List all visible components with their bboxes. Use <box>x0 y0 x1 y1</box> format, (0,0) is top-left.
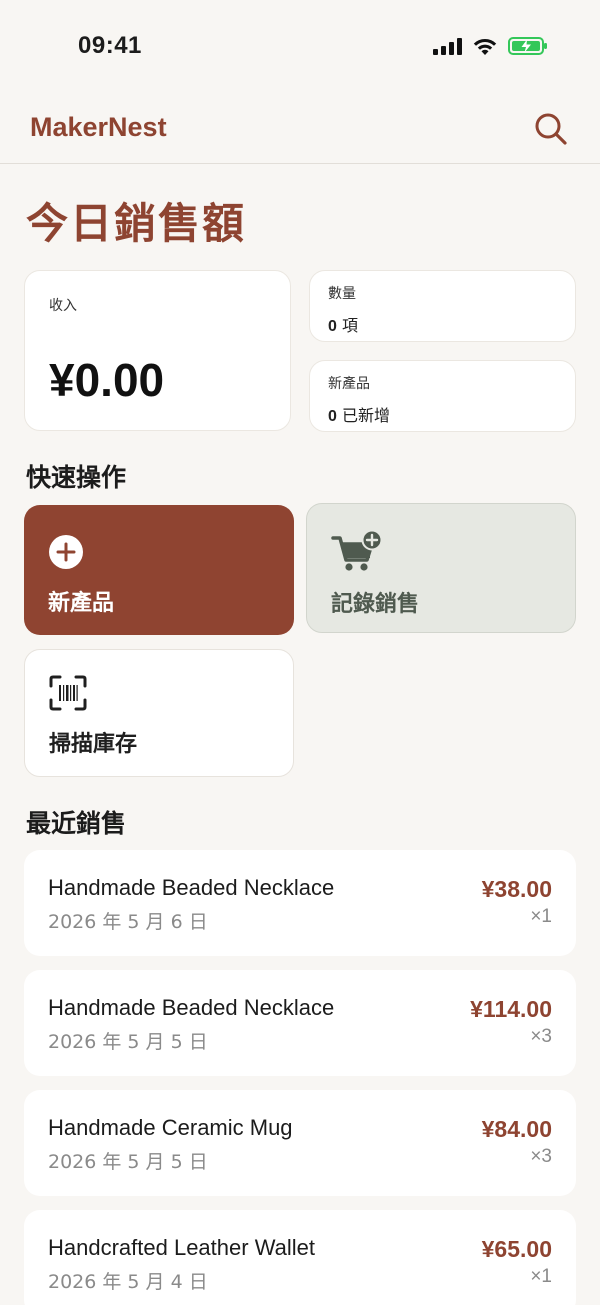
wifi-icon <box>473 38 497 55</box>
quantity-unit: 項 <box>342 316 359 335</box>
income-card: 收入 ¥0.00 <box>24 270 291 431</box>
new-product-label: 新產品 <box>48 591 115 616</box>
sale-price: ¥114.00 <box>470 996 552 1022</box>
status-icons <box>433 36 548 56</box>
income-amount: ¥0.00 <box>49 354 165 406</box>
new-products-card: 新產品 0 已新增 <box>309 360 576 432</box>
sale-date: 2026 年 5 月 5 日 <box>48 1031 208 1053</box>
cellular-signal-icon <box>433 37 462 55</box>
new-products-count: 0 <box>328 408 337 425</box>
status-time: 09:41 <box>78 32 142 59</box>
sale-product-name: Handcrafted Leather Wallet <box>48 1235 315 1260</box>
sale-date: 2026 年 5 月 5 日 <box>48 1151 208 1173</box>
new-products-value: 0 已新增 <box>328 402 390 426</box>
scan-inventory-label: 掃描庫存 <box>49 732 138 757</box>
quantity-value: 0 項 <box>328 312 358 336</box>
sale-date: 2026 年 5 月 4 日 <box>48 1271 208 1293</box>
quantity-label: 數量 <box>328 286 356 302</box>
search-icon <box>535 113 567 145</box>
new-product-button[interactable]: 新產品 <box>24 505 294 635</box>
sale-price: ¥84.00 <box>481 1116 552 1142</box>
quantity-count: 0 <box>328 318 337 335</box>
page-title: 今日銷售額 <box>26 199 247 248</box>
sale-product-name: Handmade Ceramic Mug <box>48 1115 293 1140</box>
income-label: 收入 <box>49 298 77 314</box>
sale-quantity: ×3 <box>530 1026 552 1047</box>
new-products-unit: 已新增 <box>342 406 391 425</box>
record-sale-label: 記錄銷售 <box>331 592 420 617</box>
recent-sales-title: 最近銷售 <box>26 809 127 838</box>
scan-inventory-button[interactable]: 掃描庫存 <box>24 649 294 777</box>
sale-price: ¥38.00 <box>481 876 552 902</box>
sale-price: ¥65.00 <box>481 1236 552 1262</box>
quick-actions-title: 快速操作 <box>26 463 127 492</box>
sale-list-item[interactable]: Handmade Beaded Necklace 2026 年 5 月 5 日 … <box>24 970 576 1076</box>
sale-list-item[interactable]: Handmade Beaded Necklace 2026 年 5 月 6 日 … <box>24 850 576 956</box>
cart-plus-icon <box>331 530 383 571</box>
sale-quantity: ×3 <box>530 1146 552 1167</box>
sale-quantity: ×1 <box>530 1266 552 1287</box>
search-button[interactable] <box>532 110 570 148</box>
quantity-card: 數量 0 項 <box>309 270 576 342</box>
battery-charging-icon <box>508 37 547 55</box>
sale-list-item[interactable]: Handcrafted Leather Wallet 2026 年 5 月 4 … <box>24 1210 576 1305</box>
sale-list-item[interactable]: Handmade Ceramic Mug 2026 年 5 月 5 日 ¥84.… <box>24 1090 576 1196</box>
app-header: MakerNest <box>0 96 600 164</box>
plus-circle-icon <box>49 535 83 569</box>
sale-product-name: Handmade Beaded Necklace <box>48 995 335 1020</box>
status-bar: 09:41 <box>0 0 600 96</box>
new-products-label: 新產品 <box>328 376 370 392</box>
sale-product-name: Handmade Beaded Necklace <box>48 875 335 900</box>
barcode-scan-icon <box>49 675 87 711</box>
record-sale-button[interactable]: 記錄銷售 <box>306 503 576 633</box>
brand-logo[interactable]: MakerNest <box>30 112 167 143</box>
sale-date: 2026 年 5 月 6 日 <box>48 911 208 933</box>
sale-quantity: ×1 <box>530 906 552 927</box>
